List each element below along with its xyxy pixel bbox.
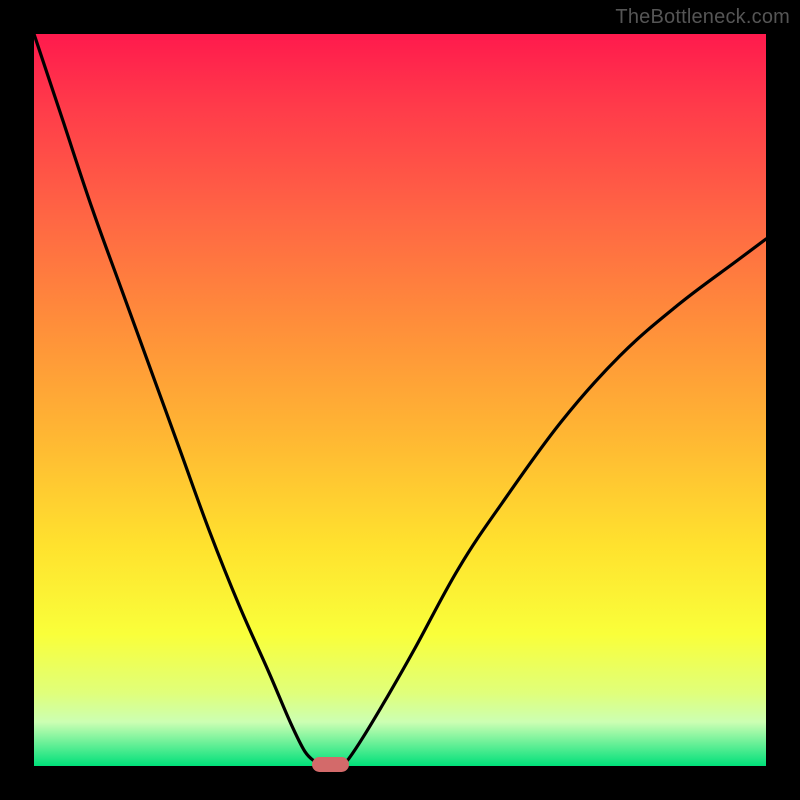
plot-area: [34, 34, 766, 766]
chart-frame: TheBottleneck.com: [0, 0, 800, 800]
optimal-marker: [312, 757, 349, 772]
watermark-text: TheBottleneck.com: [615, 6, 790, 29]
bottleneck-curve: [34, 34, 766, 766]
